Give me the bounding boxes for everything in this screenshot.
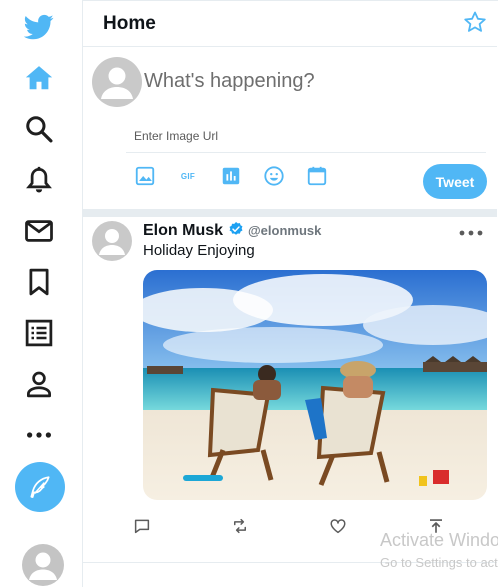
- compose-tweet-button[interactable]: [15, 462, 65, 512]
- list-icon[interactable]: [23, 317, 55, 349]
- twitter-logo-icon[interactable]: [23, 11, 55, 43]
- profile-icon[interactable]: [23, 368, 55, 400]
- tweet-composer: GIF Tweet: [82, 47, 497, 217]
- post-image[interactable]: [143, 270, 487, 500]
- mail-icon[interactable]: [23, 215, 55, 247]
- retweet-icon[interactable]: [230, 516, 250, 536]
- tweet-button[interactable]: Tweet: [423, 164, 487, 199]
- sparkle-star-icon[interactable]: [463, 10, 487, 34]
- search-icon[interactable]: [23, 113, 55, 145]
- gif-icon[interactable]: GIF: [176, 164, 200, 188]
- beach-photo: [143, 270, 487, 500]
- post-author-name[interactable]: Elon Musk: [143, 222, 223, 240]
- composer-divider: [126, 152, 486, 153]
- main-feed: Home GIF Tweet Elon Musk @elon: [82, 0, 498, 588]
- gif-label: GIF: [180, 171, 196, 181]
- home-icon[interactable]: [23, 62, 55, 94]
- reply-icon[interactable]: [132, 516, 152, 536]
- image-url-input[interactable]: [132, 125, 486, 147]
- post-text: Holiday Enjoying: [143, 242, 255, 259]
- poll-icon[interactable]: [219, 164, 243, 188]
- bookmark-icon[interactable]: [23, 266, 55, 298]
- account-avatar[interactable]: [22, 544, 64, 586]
- feather-icon: [30, 476, 50, 498]
- verified-badge-icon: [229, 222, 243, 235]
- avatar: [92, 57, 142, 107]
- avatar[interactable]: [92, 221, 132, 261]
- bell-icon[interactable]: [23, 164, 55, 196]
- calendar-icon[interactable]: [305, 164, 329, 188]
- tweet-post[interactable]: Elon Musk @elonmusk Holiday Enjoying: [82, 209, 497, 563]
- sidebar: [0, 0, 83, 587]
- share-icon[interactable]: [426, 516, 446, 536]
- more-icon[interactable]: [23, 419, 55, 451]
- post-author-handle[interactable]: @elonmusk: [248, 223, 321, 238]
- page-title: Home: [103, 13, 156, 34]
- emoji-icon[interactable]: [262, 164, 286, 188]
- more-options-icon[interactable]: [458, 227, 484, 239]
- whats-happening-input[interactable]: [142, 65, 476, 97]
- feed-header: Home: [82, 1, 497, 47]
- image-icon[interactable]: [133, 164, 157, 188]
- like-icon[interactable]: [328, 516, 348, 536]
